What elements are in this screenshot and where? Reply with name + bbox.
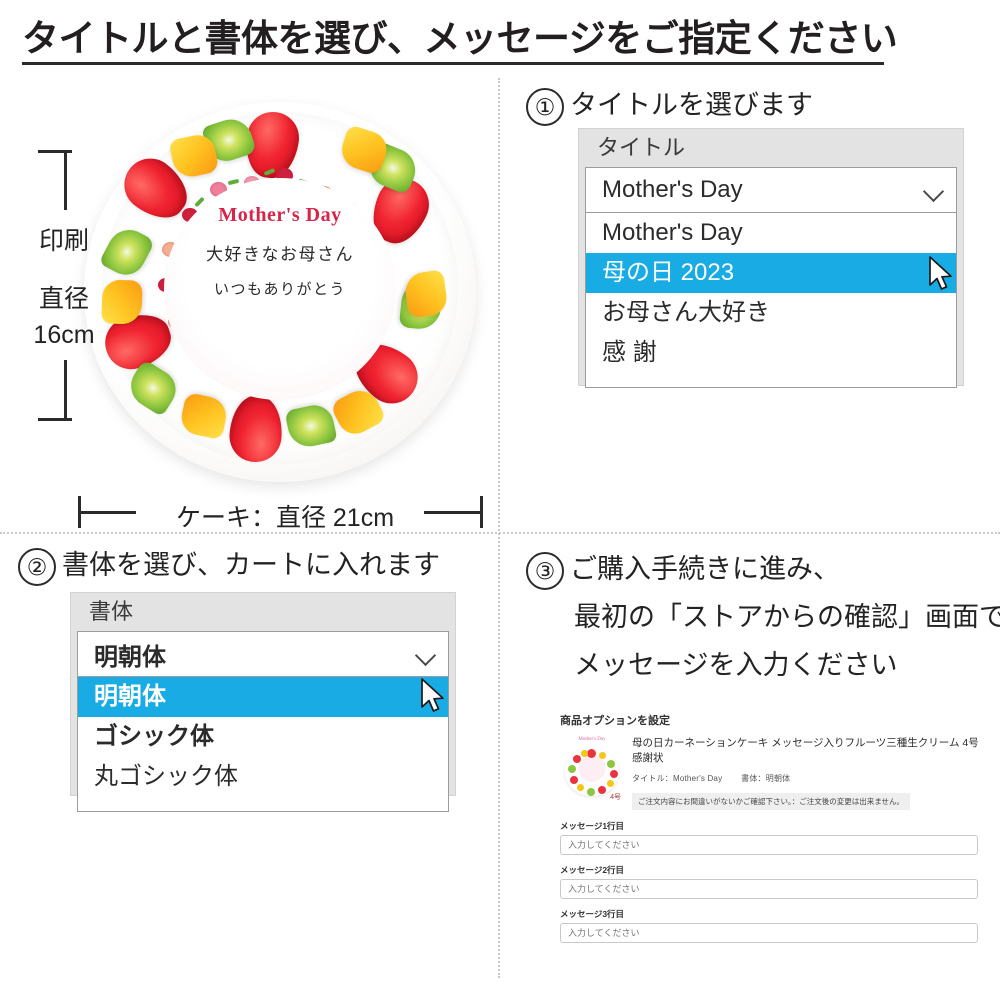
store-panel-heading: 商品オプションを設定 [560, 715, 670, 727]
product-spec-title: タイトル：Mother's Day [632, 774, 723, 783]
print-dimension-bottom-line [64, 360, 67, 418]
step-2-heading: ② 書体を選び、カートに入れます [18, 548, 440, 586]
font-option-list[interactable]: 明朝体 ゴシック体 丸ゴシック体 [77, 677, 449, 812]
font-option-0[interactable]: 明朝体 [78, 677, 448, 717]
step-3-heading-line2-row: 最初の「ストアからの確認」画面で、 [574, 600, 1000, 634]
step-2-heading-text: 書体を選び、カートに入れます [62, 550, 440, 580]
cake-dimension-right-line [424, 511, 480, 514]
step-3-heading-line1: ご購入手続きに進み、 [570, 554, 840, 584]
cake-message: Mother's Day 大好きなお母さん いつもありがとう [164, 204, 396, 299]
title-dropdown-label: タイトル [597, 135, 686, 160]
cake-message-line2: 大好きなお母さん [206, 245, 354, 264]
print-dimension-label-2: 直径 [38, 285, 89, 313]
product-thumbnail-watermark: Mother's Day [578, 737, 606, 742]
title-underline [22, 62, 884, 65]
step-1-heading-text: タイトルを選びます [570, 90, 813, 120]
mouse-cursor-icon [929, 256, 952, 290]
font-select[interactable]: 明朝体 [77, 631, 449, 677]
product-name: 母の日カーネーションケーキ メッセージ入りフルーツ三種生クリーム 4号 感謝状 [632, 737, 979, 764]
store-option-panel: 商品オプションを設定 Mother's Day 4号 母の日カーネーションケーキ… [560, 712, 980, 943]
product-details: 母の日カーネーションケーキ メッセージ入りフルーツ三種生クリーム 4号 感謝状 … [632, 736, 980, 810]
cake-message-line3: いつもありがとう [213, 282, 346, 298]
font-option-2[interactable]: 丸ゴシック体 [78, 757, 448, 797]
product-spec-font: 書体：明朝体 [741, 774, 791, 783]
print-dimension-label-3: 16cm [33, 321, 95, 349]
cake-dimension-left-line [80, 511, 136, 514]
message-line-3-label: メッセージ3行目 [560, 909, 625, 919]
title-select-value: Mother's Day [602, 176, 743, 203]
title-option-1[interactable]: 母の日 2023 [586, 253, 956, 293]
message-line-1-input[interactable] [560, 835, 978, 855]
font-dropdown-panel: 書体 明朝体 明朝体 ゴシック体 丸ゴシック体 [70, 592, 456, 812]
cake-photo: Mother's Day 大好きなお母さん いつもありがとう [78, 96, 490, 488]
font-dropdown-label: 書体 [89, 599, 134, 624]
chevron-down-icon [924, 184, 944, 196]
title-option-0[interactable]: Mother's Day [586, 213, 956, 253]
print-dimension-top-line [64, 152, 67, 210]
vertical-divider [498, 78, 500, 978]
message-line-2-input[interactable] [560, 879, 978, 899]
message-line-2-field: メッセージ2行目 [560, 864, 980, 899]
title-select[interactable]: Mother's Day [585, 167, 957, 213]
title-option-2[interactable]: お母さん大好き [586, 293, 956, 333]
store-product-row: Mother's Day 4号 母の日カーネーションケーキ メッセージ入りフルー… [560, 736, 980, 810]
step-3-heading: ③ ご購入手続きに進み、 [526, 552, 840, 590]
step-3-heading-line3-row: メッセージを入力ください [574, 648, 897, 682]
product-thumbnail-cake [565, 748, 619, 796]
product-thumbnail-size: 4号 [610, 794, 621, 801]
title-option-list[interactable]: Mother's Day 母の日 2023 お母さん大好き 感 謝 [585, 213, 957, 388]
message-line-3-input[interactable] [560, 923, 978, 943]
order-confirm-note: ご注文内容にお間違いがないかご確認下さい。：ご注文後の変更は出来ません。 [632, 793, 911, 810]
font-select-value: 明朝体 [94, 644, 166, 671]
mouse-cursor-icon [421, 678, 444, 712]
product-spec: タイトル：Mother's Day 書体：明朝体 [632, 773, 980, 784]
product-thumbnail: Mother's Day 4号 [560, 736, 624, 802]
page-root: タイトルと書体を選び、メッセージをご指定ください Mother's Day 大好… [0, 0, 1000, 1000]
step-3-number: ③ [526, 552, 564, 590]
cake-dimension-right-cap [480, 496, 483, 528]
message-line-3-field: メッセージ3行目 [560, 908, 980, 943]
font-option-1[interactable]: ゴシック体 [78, 717, 448, 757]
step-3-heading-line3: メッセージを入力ください [574, 650, 898, 680]
cake-dimension-label: ケーキ：直径 21cm [175, 504, 395, 532]
title-option-3[interactable]: 感 謝 [586, 333, 956, 373]
print-dimension-bottom-cap [38, 418, 72, 421]
cake-message-line1: Mother's Day [218, 204, 342, 226]
step-3-heading-line2: 最初の「ストアからの確認」画面で、 [574, 602, 1000, 632]
print-dimension-label-1: 印刷 [38, 227, 89, 255]
step-1-number: ① [526, 88, 564, 126]
step-1-heading: ① タイトルを選びます [526, 88, 813, 126]
step-2-number: ② [18, 548, 56, 586]
message-line-1-field: メッセージ1行目 [560, 820, 980, 855]
chevron-down-icon [416, 648, 436, 660]
message-line-1-label: メッセージ1行目 [560, 821, 625, 831]
title-dropdown-panel: タイトル Mother's Day Mother's Day 母の日 2023 … [578, 128, 964, 388]
message-line-2-label: メッセージ2行目 [560, 865, 625, 875]
page-title: タイトルと書体を選び、メッセージをご指定ください [22, 18, 898, 59]
